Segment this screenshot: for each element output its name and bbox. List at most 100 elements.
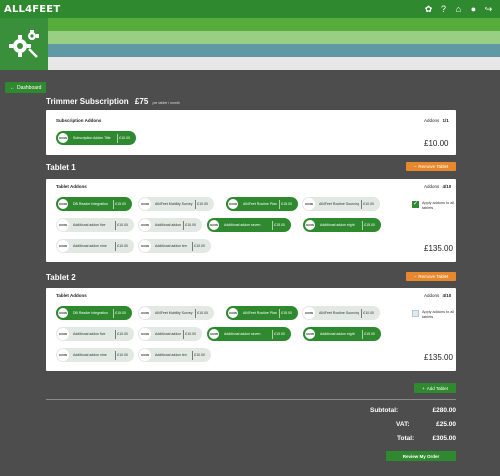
back-arrow-icon: ← (10, 84, 15, 91)
banner-stripe (48, 18, 500, 31)
addon-icon: ICON (304, 219, 316, 231)
add-tablet-button[interactable]: + Add Tablet (414, 383, 456, 393)
addon-icon: ICON (139, 240, 151, 252)
addon-pill[interactable]: ICON Additional addon ten £10.00 (138, 348, 211, 362)
subscription-addon-pill[interactable]: ICON Subscription Addon Title £10.00 (56, 131, 136, 145)
home-icon[interactable]: ⌂ (453, 4, 464, 15)
addon-name: Additional addon five (73, 223, 106, 227)
pill-separator (191, 241, 193, 251)
pill-separator (112, 308, 114, 318)
pill-separator (360, 308, 362, 318)
addon-price: £15.00 (281, 311, 292, 315)
tablet-addons-count: Addons 4/10 (424, 293, 451, 298)
remove-tablet-2-button[interactable]: − Remove Tablet (406, 272, 456, 281)
addon-price: £15.00 (115, 311, 126, 315)
addon-pill[interactable]: ICON DB Reader Integration £15.00 (56, 306, 132, 320)
addon-pill[interactable]: ICON Additional addon six £10.00 (138, 327, 202, 341)
remove-tablet-label: Remove Tablet (418, 164, 449, 169)
pill-separator (361, 329, 363, 339)
addon-price: £15.00 (274, 223, 285, 227)
addon-pill[interactable]: ICON Additional addon eight £15.00 (303, 218, 381, 232)
addon-name: DB Reader Integration (73, 311, 108, 315)
apply-all-checkbox[interactable]: ✓ Apply addons to all tablets (412, 201, 458, 210)
subscription-price: £75 (134, 97, 149, 106)
addon-pill[interactable]: ICON Additional addon eight £15.00 (303, 327, 381, 341)
addon-pill[interactable]: ICON Additional addon ten £10.00 (138, 239, 211, 253)
addon-icon: ICON (208, 219, 220, 231)
addon-name: All4Feet Routine Sourcing (319, 311, 359, 315)
addon-price: £15.00 (115, 202, 126, 206)
addon-pill[interactable]: ICON Additional addon five £10.00 (56, 218, 134, 232)
tablet-2-total: £135.00 (424, 353, 453, 362)
pill-separator (112, 199, 114, 209)
addon-price: £10.00 (194, 353, 205, 357)
pill-separator (191, 350, 193, 360)
apply-all-label: Apply addons to all tablets (422, 201, 455, 210)
addon-pill[interactable]: ICON DB Reader Integration £15.00 (56, 197, 132, 211)
pill-separator (271, 220, 273, 230)
tablet-addons-label: Tablet Addons (56, 184, 87, 189)
tablet-addons-label: Tablet Addons (56, 293, 87, 298)
addon-name: Additional addon ten (155, 244, 187, 248)
banner-stripe (48, 31, 500, 44)
addon-name: Additional addon seven (224, 332, 261, 336)
dashboard-button[interactable]: ← Dashboard (5, 82, 47, 93)
total-value: £305.00 (432, 435, 457, 442)
app-logo[interactable]: ALL4FEET (4, 4, 60, 15)
addon-pill[interactable]: ICON Additional addon nine £10.00 (56, 239, 134, 253)
remove-tablet-1-button[interactable]: − Remove Tablet (406, 162, 456, 171)
pill-separator (114, 220, 116, 230)
addon-pill[interactable]: ICON All4Feet Routine Planner £15.00 (226, 306, 298, 320)
addon-name: All4Feet Routine Sourcing (319, 202, 359, 206)
addon-pill[interactable]: ICON All4Feet Routine Planner £15.00 (226, 197, 298, 211)
addon-price: £10.00 (185, 223, 196, 227)
pill-separator (194, 199, 196, 209)
apply-all-label: Apply addons to all tablets (422, 310, 455, 319)
addon-name: Additional addon ten (155, 353, 187, 357)
addon-icon: ICON (139, 219, 151, 231)
subscription-total: £10.00 (424, 139, 449, 148)
apply-all-checkbox[interactable]: Apply addons to all tablets (412, 310, 458, 319)
addon-pill[interactable]: ICON Additional addon seven £15.00 (207, 327, 291, 341)
addon-name: All4Feet Mobility Survey (155, 202, 193, 206)
addon-icon: ICON (303, 198, 315, 210)
checkbox-checked-icon[interactable]: ✓ (412, 201, 419, 208)
addon-pill[interactable]: ICON All4Feet Mobility Survey £10.00 (138, 197, 214, 211)
addon-pill[interactable]: ICON All4Feet Routine Sourcing £10.00 (302, 197, 380, 211)
addon-price: £10.00 (117, 353, 128, 357)
settings-icon[interactable]: ✿ (423, 4, 434, 15)
addon-name: Additional addon six (155, 332, 181, 336)
addon-icon: ICON (139, 307, 151, 319)
pill-separator (182, 220, 184, 230)
addon-price: £10.00 (194, 244, 205, 248)
addon-price: £15.00 (274, 332, 285, 336)
user-icon[interactable]: ● (468, 4, 479, 15)
addon-icon: ICON (57, 349, 69, 361)
logout-icon[interactable]: ↪ (483, 4, 494, 15)
checkbox-unchecked-icon[interactable] (412, 310, 419, 317)
addon-icon: ICON (139, 198, 151, 210)
addon-icon: ICON (57, 328, 69, 340)
addon-icon: ICON (227, 307, 239, 319)
addon-price: £15.00 (364, 223, 375, 227)
help-icon[interactable]: ? (438, 4, 449, 15)
addon-pill[interactable]: ICON Additional addon five £10.00 (56, 327, 134, 341)
addon-pill[interactable]: ICON Additional addon seven £15.00 (207, 218, 291, 232)
review-order-button[interactable]: Review My Order (386, 451, 456, 461)
addon-pill[interactable]: ICON Additional addon six £10.00 (138, 218, 202, 232)
banner-stripe (48, 57, 500, 70)
gear-icon (0, 18, 48, 70)
addon-pill[interactable]: ICON All4Feet Mobility Survey £10.00 (138, 306, 214, 320)
banner-stripe (48, 44, 500, 57)
addon-name: Additional addon eight (320, 223, 355, 227)
addon-price: £10.00 (117, 332, 128, 336)
pill-separator (278, 199, 280, 209)
addon-price: £10.00 (363, 311, 374, 315)
addon-name: All4Feet Mobility Survey (155, 311, 193, 315)
addon-pill[interactable]: ICON Additional addon nine £10.00 (56, 348, 134, 362)
subscription-addons-label: Subscription Addons (56, 118, 102, 123)
pill-separator (182, 329, 184, 339)
addon-pill[interactable]: ICON All4Feet Routine Sourcing £10.00 (302, 306, 380, 320)
total-row: Total: £305.00 (370, 435, 456, 442)
addon-icon: ICON (57, 132, 69, 144)
